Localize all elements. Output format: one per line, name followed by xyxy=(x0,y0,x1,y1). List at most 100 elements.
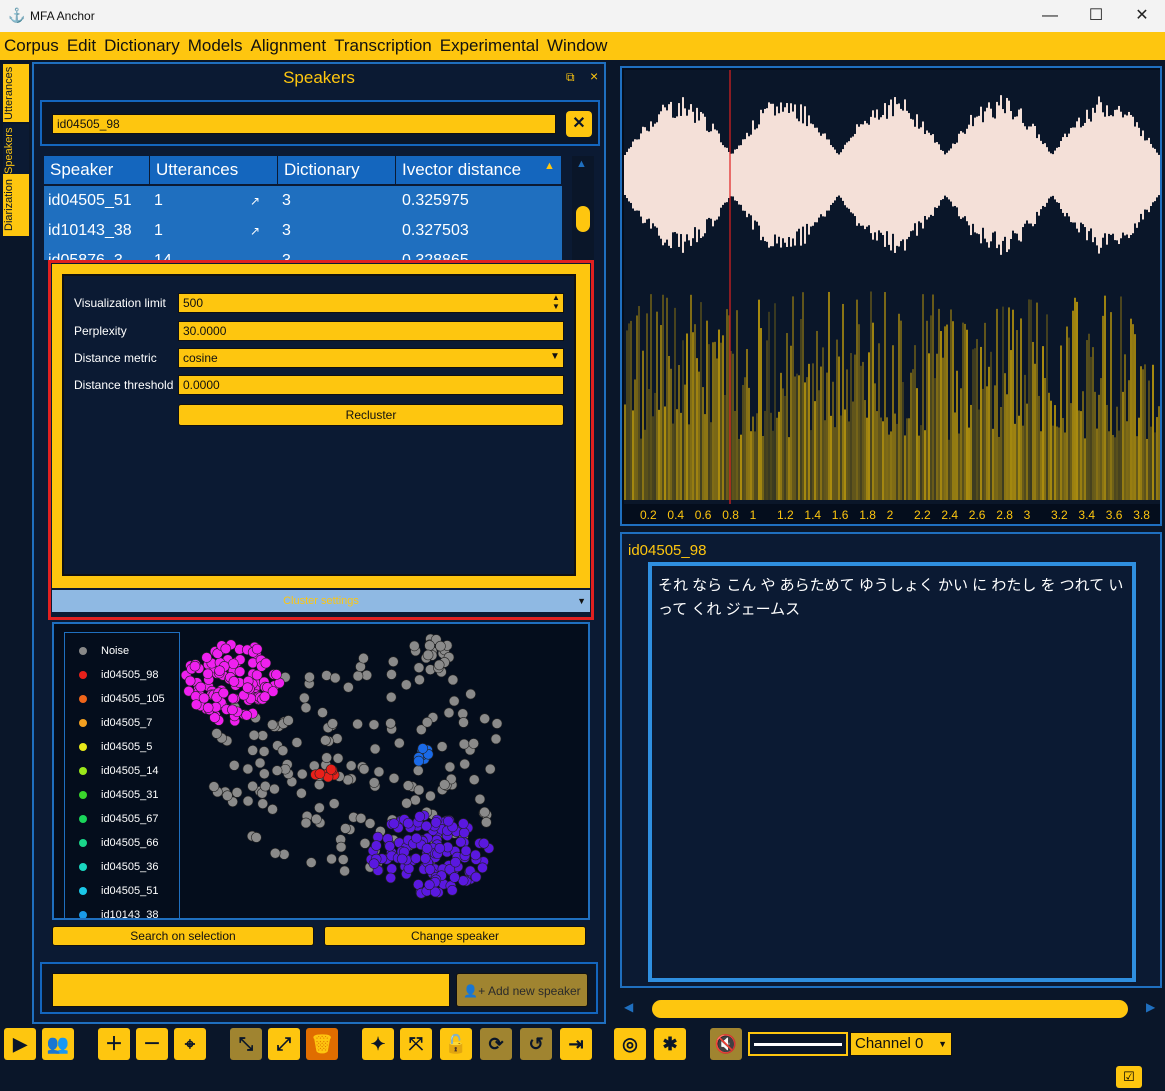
scatter-point[interactable] xyxy=(443,707,455,719)
scatter-point[interactable] xyxy=(401,797,412,809)
legend-item[interactable]: id04505_67 xyxy=(79,813,159,825)
open-link-icon[interactable]: ↗ xyxy=(250,194,260,208)
zoom-to-selection-icon[interactable]: ⌖ xyxy=(174,1028,206,1060)
split-icon[interactable]: ⤢ xyxy=(268,1028,300,1060)
scatter-point[interactable] xyxy=(325,764,337,775)
col-ivector-distance[interactable]: Ivector distance xyxy=(396,156,562,184)
scatter-point[interactable] xyxy=(254,757,266,769)
col-utterances[interactable]: Utterances xyxy=(150,156,278,184)
scatter-point[interactable] xyxy=(359,838,371,849)
scatter-point[interactable] xyxy=(368,719,380,730)
scroll-up-icon[interactable]: ▲ xyxy=(576,158,587,170)
scatter-point[interactable] xyxy=(388,773,400,784)
scatter-point[interactable] xyxy=(385,718,396,729)
scatter-point[interactable] xyxy=(396,853,408,865)
scatter-point[interactable] xyxy=(195,681,207,693)
scatter-point[interactable] xyxy=(352,670,364,682)
scatter-point[interactable] xyxy=(368,777,380,788)
scatter-point[interactable] xyxy=(260,657,272,669)
scatter-point[interactable] xyxy=(443,815,454,827)
scatter-point[interactable] xyxy=(267,804,278,815)
scatter-point[interactable] xyxy=(369,743,381,755)
scatter-point[interactable] xyxy=(420,853,431,864)
scatter-point[interactable] xyxy=(470,849,481,861)
scatter-point[interactable] xyxy=(300,702,312,714)
scatter-point[interactable] xyxy=(458,827,470,839)
menu-item-transcription[interactable]: Transcription xyxy=(330,32,436,56)
scatter-point[interactable] xyxy=(458,738,470,750)
search-on-selection-button[interactable]: Search on selection xyxy=(52,926,314,946)
recluster-button[interactable]: Recluster xyxy=(178,404,564,426)
volume-slider[interactable] xyxy=(748,1032,848,1056)
menu-item-edit[interactable]: Edit xyxy=(63,32,100,56)
scatter-point[interactable] xyxy=(424,640,435,651)
legend-item[interactable]: id10143_38 xyxy=(79,909,159,918)
legend-item[interactable]: id04505_66 xyxy=(79,837,159,849)
refresh-icon[interactable]: ⟳ xyxy=(480,1028,512,1060)
spin-arrows-icon[interactable]: ▲ ▼ xyxy=(552,293,560,311)
status-check-icon[interactable]: ☑ xyxy=(1116,1066,1142,1088)
scatter-point[interactable] xyxy=(358,652,369,664)
scatter-point[interactable] xyxy=(465,688,476,700)
history-icon[interactable]: ↺ xyxy=(520,1028,552,1060)
scatter-point[interactable] xyxy=(335,841,347,853)
timeline-scrollbar[interactable]: ◀ ▶ xyxy=(620,996,1162,1022)
scatter-point[interactable] xyxy=(257,798,269,809)
scatter-point[interactable] xyxy=(435,640,446,652)
scatter-point[interactable] xyxy=(450,856,461,868)
scatter-point[interactable] xyxy=(364,818,376,829)
scatter-point[interactable] xyxy=(385,872,396,884)
scatter-point[interactable] xyxy=(283,715,294,726)
scatter-point[interactable] xyxy=(242,682,253,694)
scatter-point[interactable] xyxy=(248,729,260,741)
scatter-point[interactable] xyxy=(460,845,472,857)
scatter-point[interactable] xyxy=(444,761,456,773)
expand-icon[interactable]: ⤧ xyxy=(400,1028,432,1060)
scatter-point[interactable] xyxy=(184,675,196,687)
table-row[interactable]: id10143_38 1 ↗ 3 0.327503 xyxy=(44,216,562,247)
scatter-point[interactable] xyxy=(201,652,212,663)
menu-item-models[interactable]: Models xyxy=(184,32,247,56)
visualization-limit-spinbox[interactable]: 500 xyxy=(178,293,564,313)
utterance-text-editor[interactable]: それ なら こん や あらためて ゆうしょく かい に わたし を つれて いっ… xyxy=(648,562,1136,982)
cluster-scatter[interactable] xyxy=(180,624,590,918)
bug-icon[interactable]: ✱ xyxy=(654,1028,686,1060)
help-icon[interactable]: ◎ xyxy=(614,1028,646,1060)
scatter-point[interactable] xyxy=(478,838,490,849)
scatter-point[interactable] xyxy=(417,743,429,754)
scatter-point[interactable] xyxy=(436,741,448,752)
scatter-point[interactable] xyxy=(384,840,396,852)
scatter-point[interactable] xyxy=(479,806,490,818)
chevron-down-icon[interactable]: ▼ xyxy=(550,351,560,362)
zoom-in-icon[interactable]: ＋ xyxy=(98,1028,130,1060)
scatter-point[interactable] xyxy=(433,659,445,671)
export-icon[interactable]: ⇥ xyxy=(560,1028,592,1060)
scatter-point[interactable] xyxy=(314,802,325,814)
cluster-settings-toggle[interactable]: Cluster settings ▼ xyxy=(52,590,590,612)
scatter-point[interactable] xyxy=(455,836,466,848)
scatter-point[interactable] xyxy=(300,817,312,829)
menu-item-corpus[interactable]: Corpus xyxy=(0,32,63,56)
scroll-right-icon[interactable]: ▶ xyxy=(1146,1000,1155,1014)
scatter-point[interactable] xyxy=(388,818,400,829)
scatter-point[interactable] xyxy=(439,779,450,790)
scatter-point[interactable] xyxy=(220,643,232,655)
menu-item-experimental[interactable]: Experimental xyxy=(436,32,543,56)
scatter-point[interactable] xyxy=(446,885,458,896)
scatter-point[interactable] xyxy=(251,643,263,655)
table-row[interactable]: id05876_3 14 3 0.328865 xyxy=(44,246,562,260)
scatter-point[interactable] xyxy=(211,728,222,739)
scatter-point[interactable] xyxy=(299,692,310,704)
menu-item-dictionary[interactable]: Dictionary xyxy=(100,32,184,56)
menu-item-alignment[interactable]: Alignment xyxy=(247,32,331,56)
scatter-point[interactable] xyxy=(368,858,380,869)
scatter-point[interactable] xyxy=(228,760,240,771)
scatter-point[interactable] xyxy=(314,779,325,791)
col-dictionary[interactable]: Dictionary xyxy=(278,156,396,184)
legend-item[interactable]: Noise xyxy=(79,645,129,657)
scatter-point[interactable] xyxy=(242,795,254,807)
scatter-point[interactable] xyxy=(343,682,354,693)
scatter-point[interactable] xyxy=(327,718,338,729)
scatter-point[interactable] xyxy=(410,853,422,864)
scatter-point[interactable] xyxy=(291,737,303,748)
